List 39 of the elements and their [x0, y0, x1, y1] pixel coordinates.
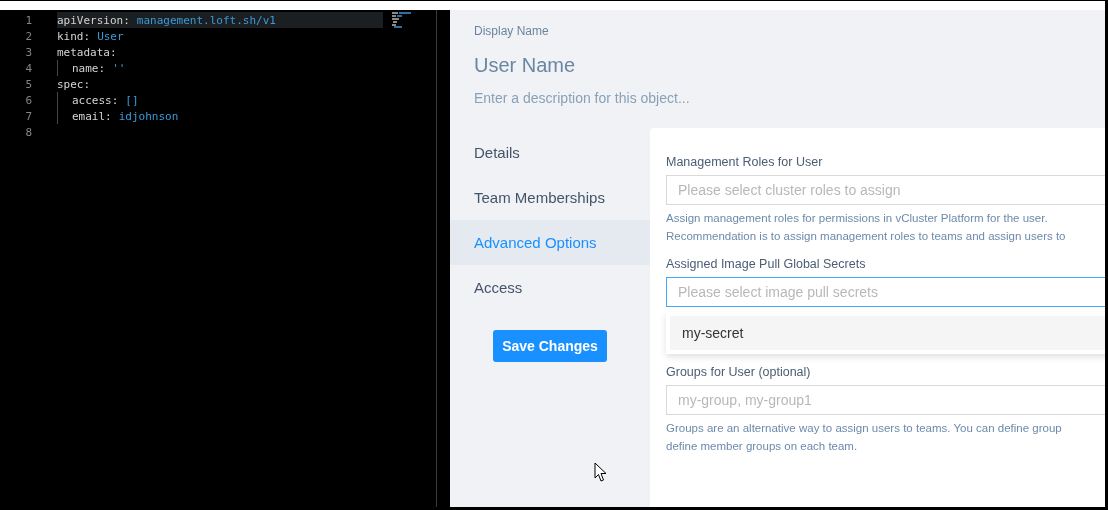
code-key: name: [72, 61, 106, 75]
field-label: Management Roles for User [666, 155, 824, 169]
tab[interactable]: Team Memberships [450, 175, 650, 220]
code-key: spec: [57, 77, 91, 91]
code-key: apiVersion: [57, 13, 130, 27]
select-field[interactable]: Please select cluster roles to assign [666, 175, 1105, 205]
help-text: define member groups on each team. [666, 439, 859, 454]
field-label: Assigned Image Pull Global Secrets [666, 257, 867, 271]
code-value: User [97, 29, 124, 43]
mouse-pointer-icon [594, 462, 608, 483]
code-value: [] [125, 93, 139, 107]
description-field[interactable]: Enter a description for this object... [474, 88, 874, 108]
line-number: 7 [24, 109, 33, 123]
code-key: metadata: [57, 45, 117, 59]
code-key: kind: [57, 29, 91, 43]
tab[interactable]: Details [450, 130, 650, 175]
help-text: Groups are an alternative way to assign users to teams. You can define group [666, 421, 1063, 436]
display-name-label: Display Name [474, 24, 550, 38]
line-number: 8 [24, 125, 33, 139]
code-value: '' [112, 61, 126, 75]
help-text: Assign management roles for permissions in vCluster Platform for the user. [666, 211, 1049, 226]
line-number: 5 [24, 77, 33, 91]
line-number: 2 [24, 29, 33, 43]
minimap-drawing [392, 12, 414, 28]
code-key: access: [72, 93, 119, 107]
line-number: 3 [24, 45, 33, 59]
line-number: 4 [24, 61, 33, 75]
code-value: management.loft.sh/v1 [136, 13, 276, 27]
line-number: 6 [24, 93, 33, 107]
tab[interactable]: Access [450, 265, 650, 310]
line-number: 1 [24, 13, 33, 27]
help-text: Recommendation is to assign management roles to teams and assign users to [666, 229, 1067, 244]
select-field[interactable]: Please select image pull secrets [666, 277, 1105, 307]
code-value: idjohnson [118, 109, 179, 123]
field-label: Groups for User (optional) [666, 365, 812, 379]
dropdown-option[interactable]: my-secret [670, 316, 1105, 350]
name-field[interactable]: User Name [474, 52, 774, 78]
code-key: email: [72, 109, 112, 123]
select-field[interactable]: my-group, my-group1 [666, 385, 1105, 415]
